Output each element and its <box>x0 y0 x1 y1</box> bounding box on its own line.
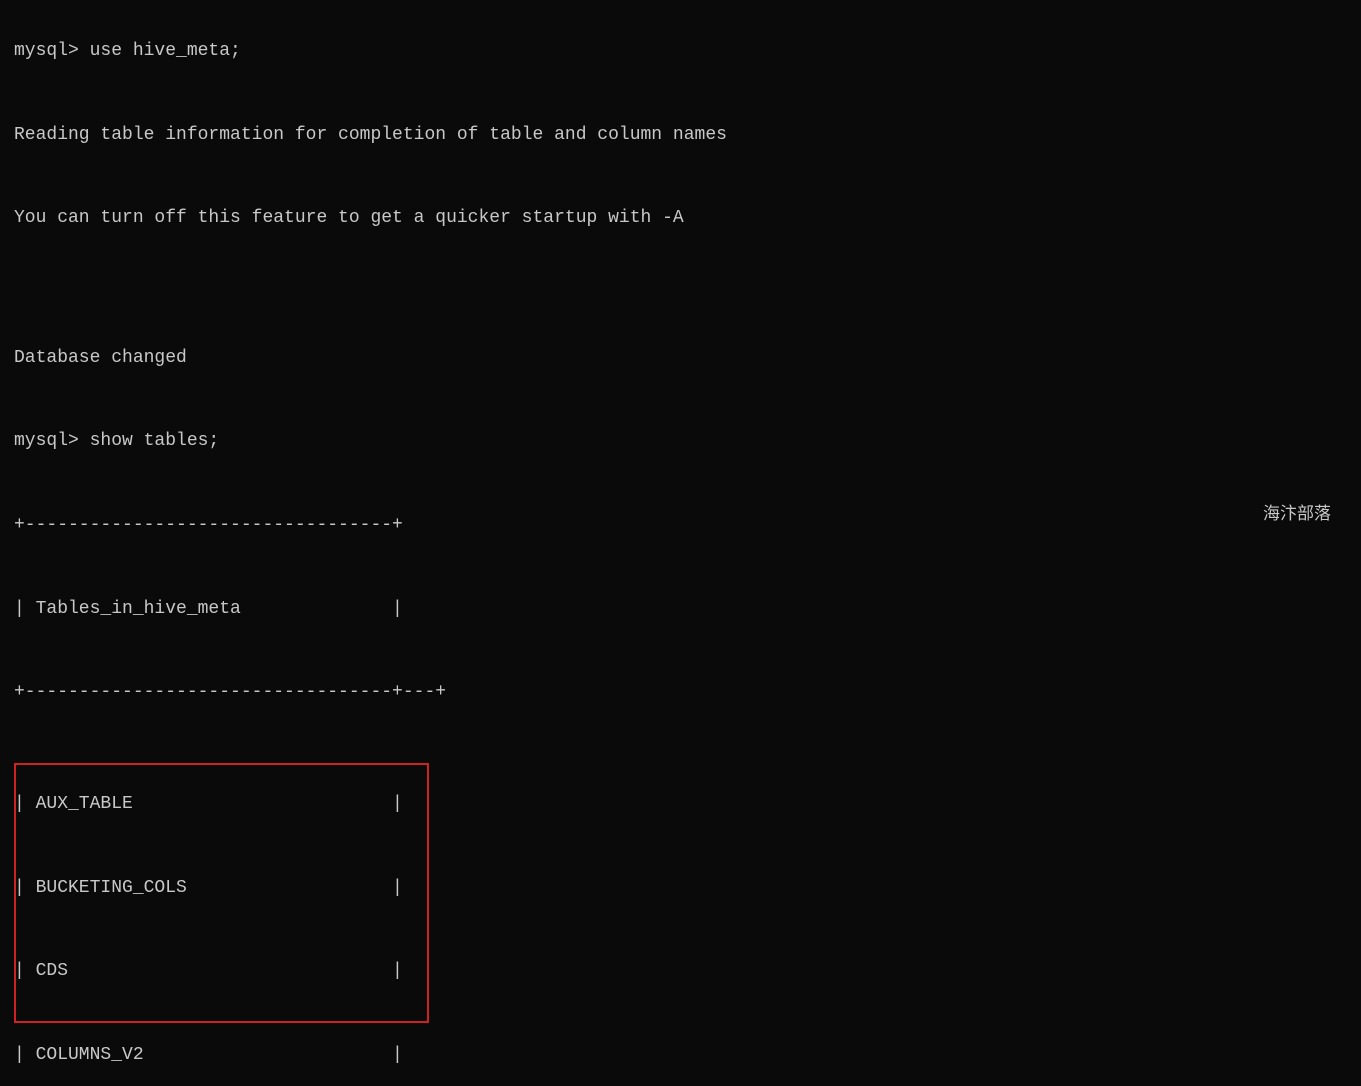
line-6: mysql> show tables; <box>14 431 219 451</box>
line-8: | Tables_in_hive_meta | <box>14 599 403 619</box>
row-bucketing-cols: | BUCKETING_COLS | <box>14 878 403 898</box>
row-columns-v2: | COLUMNS_V2 | <box>14 1045 403 1065</box>
line-1: mysql> use hive_meta; <box>14 41 241 61</box>
row-aux-table: | AUX_TABLE | <box>14 794 403 814</box>
line-3: You can turn off this feature to get a q… <box>14 208 684 228</box>
line-7: +----------------------------------+ <box>14 515 403 535</box>
line-9: +----------------------------------+---+ <box>14 682 446 702</box>
terminal-output: mysql> use hive_meta; Reading table info… <box>14 10 1347 763</box>
table-data-rows: | AUX_TABLE | | BUCKETING_COLS | | CDS |… <box>14 763 403 1086</box>
row-cds: | CDS | <box>14 961 403 981</box>
table-rows-container: | AUX_TABLE | | BUCKETING_COLS | | CDS |… <box>14 763 403 1086</box>
line-2: Reading table information for completion… <box>14 125 727 145</box>
line-5: Database changed <box>14 348 187 368</box>
watermark: 海汴部落 <box>1263 499 1331 525</box>
